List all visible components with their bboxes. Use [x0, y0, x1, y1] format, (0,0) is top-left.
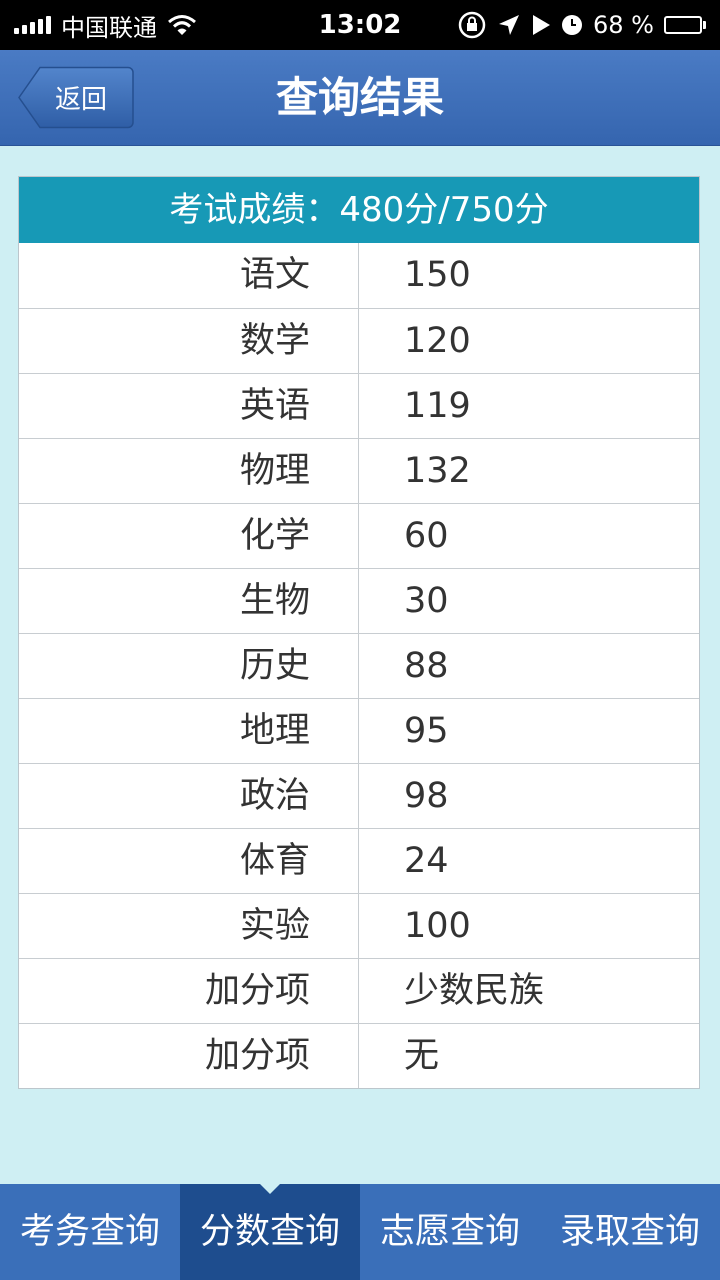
score-value-cell: 150	[404, 255, 471, 295]
table-row: 历史 88	[19, 633, 699, 698]
tab-4[interactable]: 录取查询	[540, 1184, 720, 1280]
subject-cell: 实验	[19, 894, 359, 958]
tab-1[interactable]: 考务查询	[0, 1184, 180, 1280]
score-value-cell: 120	[404, 321, 471, 361]
score-rows: 语文 150 数学 120 英语 119 物理 132 化学 60 生物 30 历史 88 地理 95 政治 98…	[19, 243, 699, 1088]
score-value-cell: 95	[404, 711, 449, 751]
table-row: 英语 119	[19, 373, 699, 438]
subject-cell: 体育	[19, 829, 359, 893]
tab-3[interactable]: 志愿查询	[360, 1184, 540, 1280]
table-row: 政治 98	[19, 763, 699, 828]
score-value-cell: 88	[404, 646, 449, 686]
table-row: 化学 60	[19, 503, 699, 568]
status-bar: 中国联通 13:02 68 %	[0, 0, 720, 50]
nav-bar: 查询结果 返回	[0, 50, 720, 146]
tab-2[interactable]: 分数查询	[180, 1183, 360, 1280]
score-value-cell: 98	[404, 776, 449, 816]
table-row: 生物 30	[19, 568, 699, 633]
score-value-cell: 132	[404, 451, 471, 491]
score-table: 考试成绩：480分/750分 语文 150 数学 120 英语 119 物理 132 化学 60 生…	[18, 176, 700, 1089]
table-row: 加分项 无	[19, 1023, 699, 1088]
subject-cell: 化学	[19, 504, 359, 568]
battery-percent: 68 %	[593, 11, 654, 39]
table-row: 加分项 少数民族	[19, 958, 699, 1023]
table-row: 实验 100	[19, 893, 699, 958]
status-right: 68 %	[457, 10, 706, 40]
subject-cell: 生物	[19, 569, 359, 633]
table-row: 语文 150	[19, 243, 699, 308]
score-value-cell: 100	[404, 906, 471, 946]
status-left: 中国联通	[14, 8, 197, 43]
subject-cell: 政治	[19, 764, 359, 828]
score-value-cell: 少数民族	[404, 971, 545, 1011]
subject-cell: 英语	[19, 374, 359, 438]
tab-bar: 考务查询 分数查询 志愿查询 录取查询	[0, 1183, 720, 1280]
battery-icon	[664, 16, 706, 34]
location-icon	[499, 15, 520, 35]
rotation-lock-icon	[458, 11, 486, 39]
table-row: 地理 95	[19, 698, 699, 763]
subject-cell: 加分项	[19, 959, 359, 1023]
subject-cell: 地理	[19, 699, 359, 763]
total-score-header: 考试成绩：480分/750分	[19, 177, 699, 243]
alarm-clock-icon	[562, 15, 583, 35]
subject-cell: 物理	[19, 439, 359, 503]
score-value-cell: 119	[404, 386, 471, 426]
subject-cell: 数学	[19, 309, 359, 373]
signal-strength-icon	[14, 16, 51, 34]
score-value-cell: 30	[404, 581, 449, 621]
back-button-label: 返回	[54, 85, 107, 115]
play-icon	[533, 15, 551, 35]
back-button[interactable]: 返回	[18, 66, 134, 129]
carrier-name: 中国联通	[61, 13, 157, 42]
wifi-icon	[168, 15, 196, 35]
table-row: 体育 24	[19, 828, 699, 893]
subject-cell: 历史	[19, 634, 359, 698]
score-value-cell: 24	[404, 841, 449, 881]
table-row: 数学 120	[19, 308, 699, 373]
table-row: 物理 132	[19, 438, 699, 503]
score-value-cell: 60	[404, 516, 449, 556]
subject-cell: 语文	[19, 243, 359, 308]
score-value-cell: 无	[404, 1036, 440, 1076]
subject-cell: 加分项	[19, 1024, 359, 1088]
